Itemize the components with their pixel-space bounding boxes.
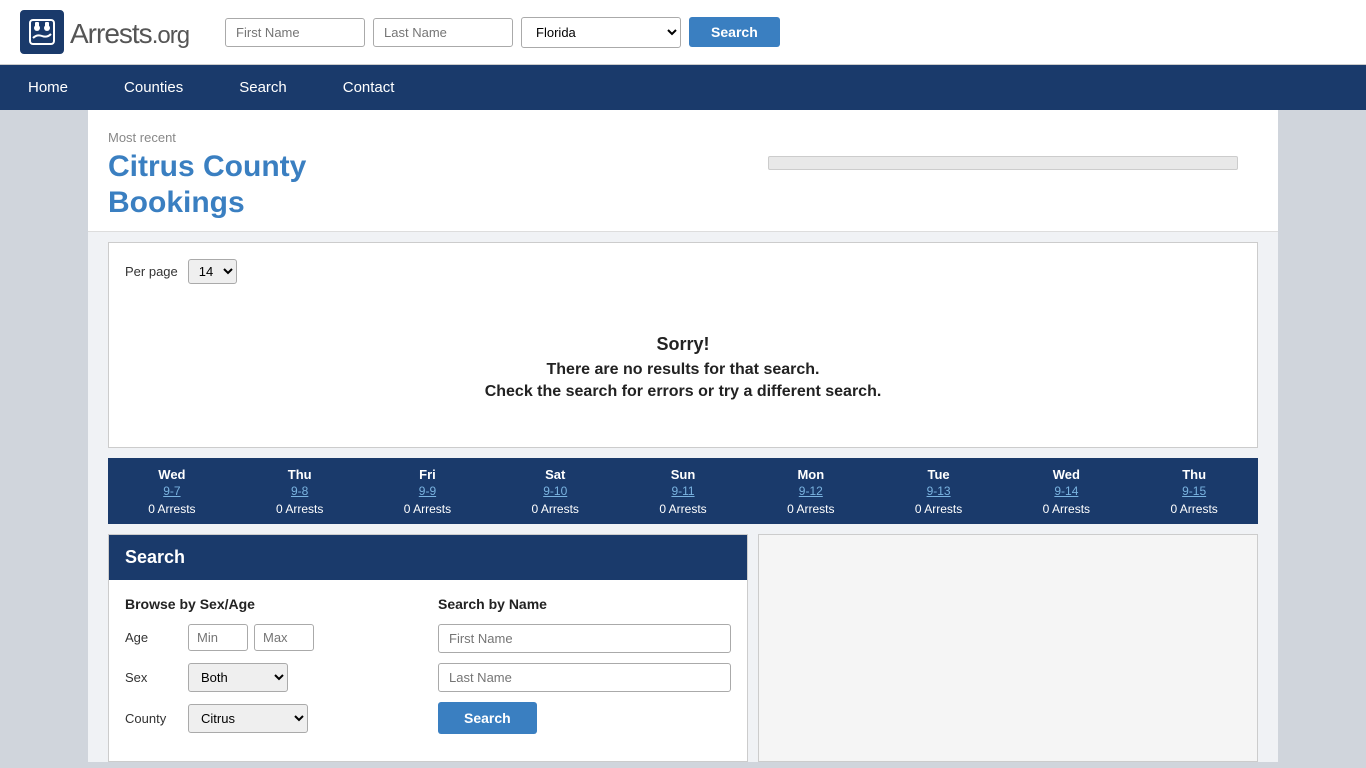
county-select[interactable]: Citrus <box>188 704 308 733</box>
search-widget-header: Search <box>109 535 747 580</box>
logo-icon <box>20 10 64 54</box>
day-name: Sat <box>545 467 565 482</box>
calendar-day-4[interactable]: Sun 9-11 0 Arrests <box>619 458 747 524</box>
arrests-count: 0 Arrests <box>915 502 962 516</box>
arrests-count: 0 Arrests <box>148 502 195 516</box>
arrests-count: 0 Arrests <box>276 502 323 516</box>
search-widget: Search Browse by Sex/Age Age Sex <box>108 534 748 762</box>
age-row: Age <box>125 624 418 651</box>
arrests-count: 0 Arrests <box>787 502 834 516</box>
header-search-area: Florida Alabama Georgia Texas Search <box>225 17 780 48</box>
day-name: Tue <box>928 467 950 482</box>
results-container: Per page 14 25 50 Sorry! There are no re… <box>108 242 1258 448</box>
age-min-input[interactable] <box>188 624 248 651</box>
no-results-msg1: There are no results for that search. <box>145 361 1221 379</box>
no-results-message: Sorry! There are no results for that sea… <box>125 304 1241 431</box>
header-last-name-input[interactable] <box>373 18 513 47</box>
day-date[interactable]: 9-11 <box>623 484 743 498</box>
calendar-bar: Wed 9-7 0 Arrests Thu 9-8 0 Arrests Fri … <box>108 458 1258 524</box>
header-search-button[interactable]: Search <box>689 17 780 47</box>
day-name: Sun <box>671 467 696 482</box>
calendar-day-5[interactable]: Mon 9-12 0 Arrests <box>747 458 875 524</box>
per-page-label: Per page <box>125 264 178 279</box>
search-submit-button[interactable]: Search <box>438 702 537 734</box>
logo-text: Arrests.org <box>70 14 189 51</box>
age-max-input[interactable] <box>254 624 314 651</box>
day-name: Thu <box>1182 467 1206 482</box>
per-page-row: Per page 14 25 50 <box>125 259 1241 284</box>
nav-contact[interactable]: Contact <box>315 65 423 110</box>
age-label: Age <box>125 630 180 645</box>
county-label: County <box>125 711 180 726</box>
age-inputs <box>188 624 314 651</box>
header-first-name-input[interactable] <box>225 18 365 47</box>
browse-section: Browse by Sex/Age Age Sex Both Male <box>125 596 418 745</box>
scrollbar[interactable] <box>768 156 1238 170</box>
calendar-day-0[interactable]: Wed 9-7 0 Arrests <box>108 458 236 524</box>
day-date[interactable]: 9-9 <box>368 484 488 498</box>
nav-counties[interactable]: Counties <box>96 65 211 110</box>
calendar-day-3[interactable]: Sat 9-10 0 Arrests <box>491 458 619 524</box>
main-container: Most recent Citrus CountyBookings Per pa… <box>88 110 1278 762</box>
sorry-text: Sorry! <box>145 334 1221 355</box>
calendar-day-8[interactable]: Thu 9-15 0 Arrests <box>1130 458 1258 524</box>
name-section: Search by Name Search <box>438 596 731 745</box>
bottom-section: Search Browse by Sex/Age Age Sex <box>108 534 1258 762</box>
right-ad <box>758 534 1258 762</box>
no-results-msg2: Check the search for errors or try a dif… <box>145 383 1221 401</box>
sex-row: Sex Both Male Female <box>125 663 418 692</box>
search-last-name-input[interactable] <box>438 663 731 692</box>
logo[interactable]: Arrests.org <box>20 10 189 54</box>
day-date[interactable]: 9-10 <box>495 484 615 498</box>
arrests-count: 0 Arrests <box>1043 502 1090 516</box>
county-row: County Citrus <box>125 704 418 733</box>
most-recent-label: Most recent <box>108 130 428 145</box>
nav-home[interactable]: Home <box>0 65 96 110</box>
calendar-day-7[interactable]: Wed 9-14 0 Arrests <box>1002 458 1130 524</box>
day-date[interactable]: 9-8 <box>240 484 360 498</box>
day-name: Thu <box>288 467 312 482</box>
name-title: Search by Name <box>438 596 731 612</box>
county-title: Citrus CountyBookings <box>108 149 428 221</box>
calendar-day-1[interactable]: Thu 9-8 0 Arrests <box>236 458 364 524</box>
main-nav: Home Counties Search Contact <box>0 65 1366 110</box>
sex-label: Sex <box>125 670 180 685</box>
browse-title: Browse by Sex/Age <box>125 596 418 612</box>
calendar-day-2[interactable]: Fri 9-9 0 Arrests <box>364 458 492 524</box>
calendar-day-6[interactable]: Tue 9-13 0 Arrests <box>875 458 1003 524</box>
day-name: Wed <box>1053 467 1080 482</box>
day-date[interactable]: 9-14 <box>1006 484 1126 498</box>
arrests-count: 0 Arrests <box>532 502 579 516</box>
day-date[interactable]: 9-15 <box>1134 484 1254 498</box>
day-name: Mon <box>797 467 824 482</box>
search-widget-body: Browse by Sex/Age Age Sex Both Male <box>109 580 747 761</box>
arrests-count: 0 Arrests <box>404 502 451 516</box>
content-area: Most recent Citrus CountyBookings <box>88 110 1278 232</box>
arrests-count: 0 Arrests <box>659 502 706 516</box>
day-date[interactable]: 9-12 <box>751 484 871 498</box>
sex-select[interactable]: Both Male Female <box>188 663 288 692</box>
header-state-select[interactable]: Florida Alabama Georgia Texas <box>521 17 681 48</box>
day-name: Fri <box>419 467 436 482</box>
nav-search[interactable]: Search <box>211 65 315 110</box>
day-date[interactable]: 9-13 <box>879 484 999 498</box>
day-name: Wed <box>158 467 185 482</box>
header: Arrests.org Florida Alabama Georgia Texa… <box>0 0 1366 65</box>
per-page-select[interactable]: 14 25 50 <box>188 259 237 284</box>
arrests-count: 0 Arrests <box>1170 502 1217 516</box>
day-date[interactable]: 9-7 <box>112 484 232 498</box>
search-first-name-input[interactable] <box>438 624 731 653</box>
